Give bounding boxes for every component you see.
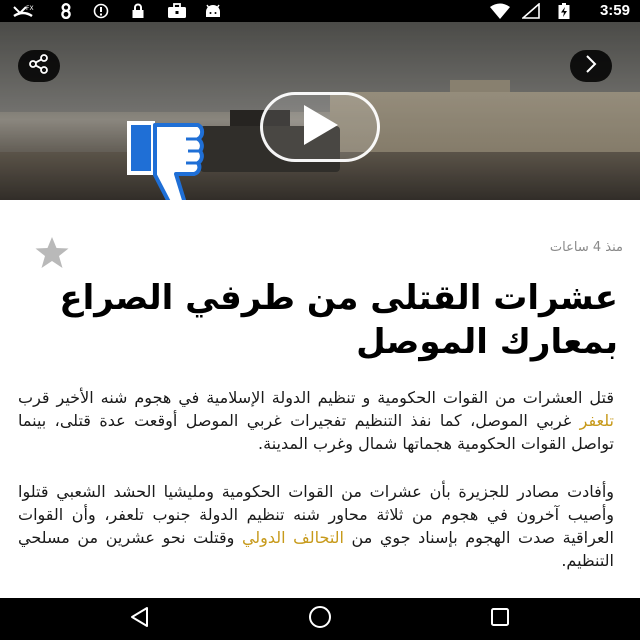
ring-8-icon xyxy=(58,3,74,19)
back-button[interactable] xyxy=(120,604,160,634)
svg-text:FX: FX xyxy=(26,5,34,12)
article: منذ 4 ساعات عشرات القتلى من طرفي الصراع … xyxy=(0,200,640,598)
status-time: 3:59 xyxy=(599,2,630,19)
chevron-right-icon xyxy=(583,54,599,78)
hero-video[interactable] xyxy=(0,22,640,200)
article-timestamp: منذ 4 ساعات xyxy=(549,240,623,255)
battery-charging-icon xyxy=(556,3,572,19)
paragraph-text: غربي الموصل، كما نفذ التنظيم تفجيرات غرب… xyxy=(18,411,614,453)
app-screen: FX 3:59 منذ 4 ساعات عشرات القتلى من طرفي… xyxy=(0,0,640,640)
status-bar: FX 3:59 xyxy=(0,0,640,22)
navigation-bar xyxy=(0,598,640,640)
article-paragraph: وأفادت مصادر للجزيرة بأن عشرات من القوات… xyxy=(18,480,614,572)
recents-button[interactable] xyxy=(480,604,520,634)
play-icon xyxy=(300,103,340,151)
article-headline: عشرات القتلى من طرفي الصراع بمعارك الموص… xyxy=(59,278,618,362)
play-button[interactable] xyxy=(260,92,380,162)
share-button[interactable] xyxy=(18,50,60,82)
next-article-button[interactable] xyxy=(570,50,612,82)
tal-afar-link[interactable]: تلعفر xyxy=(580,411,614,430)
blocked-icon xyxy=(92,3,110,19)
home-button[interactable] xyxy=(300,604,340,634)
home-circle-icon xyxy=(307,604,333,634)
paragraph-text: قتل العشرات من القوات الحكومية و تنظيم ا… xyxy=(18,388,614,407)
back-triangle-icon xyxy=(129,606,151,632)
missed-call-icon: FX xyxy=(12,3,34,19)
android-icon xyxy=(202,3,224,19)
share-icon xyxy=(28,53,50,79)
star-icon[interactable] xyxy=(34,236,70,274)
no-signal-icon xyxy=(520,3,542,19)
briefcase-icon xyxy=(166,3,188,19)
article-paragraph: قتل العشرات من القوات الحكومية و تنظيم ا… xyxy=(18,386,614,455)
thumbs-down-icon xyxy=(126,120,222,200)
international-coalition-link[interactable]: التحالف الدولي xyxy=(242,528,344,547)
recents-square-icon xyxy=(489,606,511,632)
wifi-icon xyxy=(488,3,512,19)
lock-icon xyxy=(130,3,146,19)
